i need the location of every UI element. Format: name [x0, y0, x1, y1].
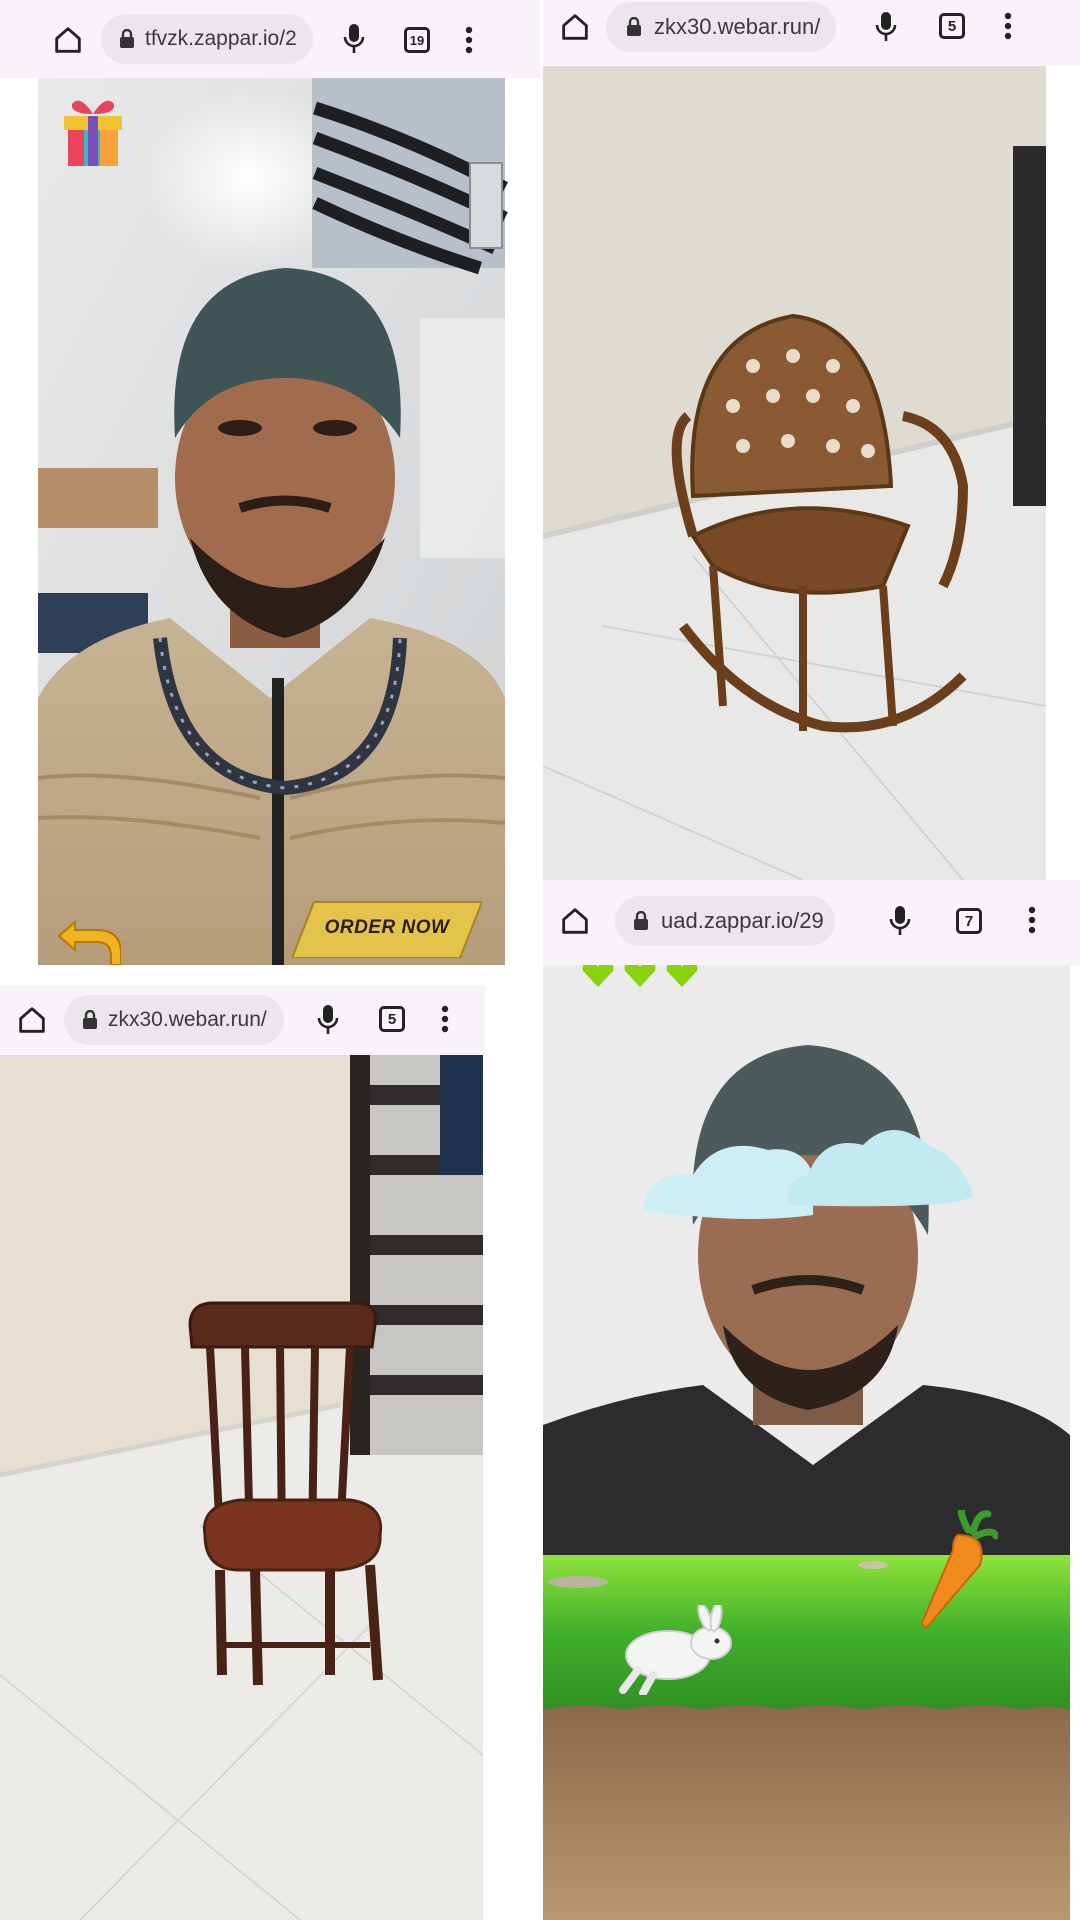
tab-count: 5 — [387, 1010, 397, 1028]
panel-wooden-chair: zkx30.webar.run/ 5 — [0, 985, 485, 1920]
home-icon[interactable] — [558, 10, 592, 44]
url-text: zkx30.webar.run/ — [108, 1008, 267, 1031]
url-text: tfvzk.zappar.io/2 — [145, 27, 297, 50]
back-arrow-icon[interactable] — [55, 918, 121, 965]
home-icon[interactable] — [558, 904, 592, 938]
order-now-button[interactable]: ORDER NOW — [292, 898, 482, 958]
bunny-icon — [613, 1605, 743, 1695]
tab-switcher-button[interactable]: 19 — [404, 27, 430, 53]
lock-icon — [633, 911, 649, 931]
address-bar[interactable]: zkx30.webar.run/ — [606, 2, 836, 52]
home-icon[interactable] — [48, 20, 88, 60]
lives-indicator — [581, 965, 699, 987]
lock-icon — [82, 1010, 98, 1030]
address-bar[interactable]: zkx30.webar.run/ — [64, 995, 284, 1045]
heart-icon — [581, 965, 615, 987]
microphone-icon[interactable] — [888, 904, 912, 938]
tab-switcher-button[interactable]: 7 — [956, 908, 982, 934]
more-vert-icon[interactable] — [465, 26, 473, 54]
browser-toolbar: tfvzk.zappar.io/2 19 — [0, 0, 540, 78]
ar-camera-view — [543, 66, 1080, 880]
game-view — [543, 965, 1080, 1920]
panel-necklace-tryon: tfvzk.zappar.io/2 19 ORDER NOW — [0, 0, 540, 965]
lock-icon — [626, 17, 642, 37]
tab-count: 5 — [947, 17, 957, 35]
panel-rocking-chair: zkx30.webar.run/ 5 — [543, 0, 1080, 880]
address-bar[interactable]: uad.zappar.io/29 — [615, 896, 835, 946]
tab-count: 19 — [409, 32, 425, 48]
tab-count: 7 — [964, 912, 974, 930]
tab-switcher-button[interactable]: 5 — [379, 1006, 405, 1032]
lock-icon — [119, 29, 135, 49]
browser-toolbar: uad.zappar.io/29 7 — [543, 880, 1080, 965]
url-text: zkx30.webar.run/ — [654, 14, 821, 39]
more-vert-icon[interactable] — [1028, 906, 1036, 934]
microphone-icon[interactable] — [874, 10, 898, 44]
tab-switcher-button[interactable]: 5 — [939, 13, 965, 39]
gift-icon[interactable] — [60, 92, 126, 172]
home-icon[interactable] — [15, 1003, 49, 1037]
heart-icon — [623, 965, 657, 987]
browser-toolbar: zkx30.webar.run/ 5 — [0, 985, 485, 1055]
address-bar[interactable]: tfvzk.zappar.io/2 — [101, 14, 313, 64]
url-text: uad.zappar.io/29 — [661, 908, 824, 933]
panel-bunny-game: uad.zappar.io/29 7 — [543, 880, 1080, 1920]
ar-camera-view: ORDER NOW — [0, 78, 540, 965]
ar-camera-view — [0, 1055, 485, 1920]
more-vert-icon[interactable] — [441, 1005, 449, 1033]
order-now-label: ORDER NOW — [324, 917, 450, 938]
microphone-icon[interactable] — [316, 1003, 340, 1037]
carrot-icon — [918, 1510, 998, 1630]
browser-toolbar: zkx30.webar.run/ 5 — [543, 0, 1080, 66]
microphone-icon[interactable] — [342, 22, 366, 56]
more-vert-icon[interactable] — [1004, 12, 1012, 40]
heart-icon — [665, 965, 699, 987]
